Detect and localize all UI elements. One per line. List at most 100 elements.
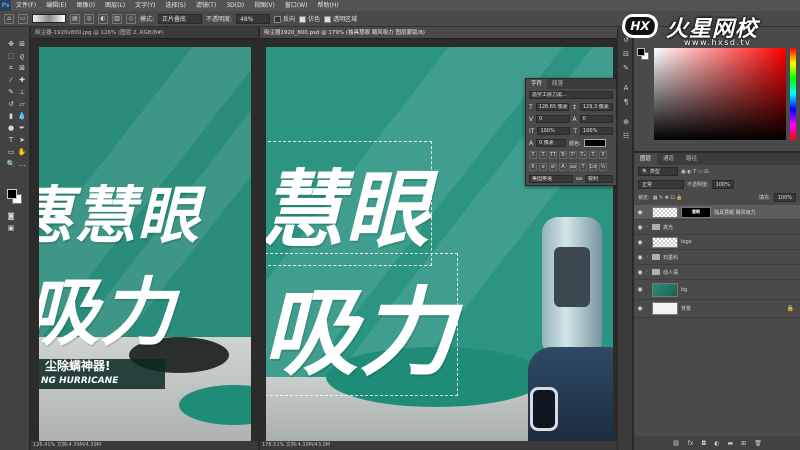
kerning-input[interactable]: 0 [536, 115, 570, 123]
hand-tool-icon[interactable]: ✋ [17, 147, 27, 157]
layer-row[interactable]: ◉ 慧眼 独具慧眼 飓风吸力 [634, 205, 800, 220]
doc1-canvas[interactable]: 惠慧眼 吸力 尘除螨神器! NG HURRICANE [39, 47, 251, 441]
artboard-tool-icon[interactable]: ⊞ [17, 39, 27, 49]
crop-tool-icon[interactable]: ⌗ [6, 63, 16, 73]
adjustment-layer-icon[interactable]: ◐ [714, 440, 719, 447]
frame-tool-icon[interactable]: ⊠ [17, 63, 27, 73]
libraries-panel-icon[interactable]: ☷ [621, 131, 631, 141]
swash-button[interactable]: st [549, 163, 557, 171]
font-size-input[interactable]: 126.65 像素 [535, 103, 569, 111]
fill-input[interactable]: 100% [773, 193, 796, 202]
type-tool-icon[interactable]: T [6, 135, 16, 145]
tab-layers[interactable]: 图层 [634, 153, 658, 165]
menu-type[interactable]: 文字(Y) [130, 0, 160, 11]
menu-3d[interactable]: 3D(D) [221, 0, 249, 11]
subscript-button[interactable]: T₁ [579, 151, 587, 159]
blur-tool-icon[interactable]: 💧 [17, 111, 27, 121]
linear-gradient-icon[interactable]: ▤ [70, 13, 80, 24]
ordinal-button[interactable]: ơ [539, 163, 547, 171]
small-caps-button[interactable]: Tr [559, 151, 567, 159]
more-tools-icon[interactable]: … [17, 159, 27, 169]
tab-paths[interactable]: 路径 [680, 153, 703, 165]
faux-bold-button[interactable]: T [529, 151, 537, 159]
stylistic-button[interactable]: aa [569, 163, 577, 171]
visibility-eye-icon[interactable]: ◉ [634, 269, 646, 276]
vertical-scale-input[interactable]: 100% [537, 127, 571, 135]
language-select[interactable]: 美国英语 [529, 175, 573, 183]
visibility-eye-icon[interactable]: ◉ [634, 224, 646, 231]
character-panel-icon[interactable]: A [621, 83, 631, 93]
radial-gradient-icon[interactable]: ◎ [84, 13, 94, 24]
doc2-tab[interactable]: 吸尘器1920_800.psd @ 179% (独具慧眼 飓风吸力 图层蒙版/8… [260, 27, 617, 39]
home-icon[interactable]: ⌂ [4, 13, 14, 24]
menu-file[interactable]: 文件(F) [11, 0, 41, 11]
color-picker-field[interactable] [654, 48, 786, 140]
visibility-eye-icon[interactable]: ◉ [634, 239, 646, 246]
mode-select[interactable]: 正片叠底 [158, 13, 203, 24]
menu-layer[interactable]: 图层(L) [100, 0, 130, 11]
ligature-button[interactable]: fi [529, 163, 537, 171]
rectangle-tool-icon[interactable]: ▭ [6, 147, 16, 157]
menu-window[interactable]: 窗口(W) [280, 0, 313, 11]
diamond-gradient-icon[interactable]: ◇ [126, 13, 136, 24]
marquee-tool-icon[interactable]: ⬚ [6, 51, 16, 61]
link-layers-icon[interactable]: ⛓ [672, 440, 680, 447]
paragraph-panel-icon[interactable]: ¶ [621, 97, 631, 107]
layer-row[interactable]: ◉ 背景 🔒 [634, 300, 800, 318]
dodge-tool-icon[interactable]: ● [6, 123, 16, 133]
dither-checkbox[interactable]: 仿色 [299, 14, 320, 23]
menu-select[interactable]: 选择(S) [160, 0, 191, 11]
tab-character[interactable]: 字符 [526, 79, 548, 89]
layer-group-row[interactable]: ◉ › 动人语 [634, 265, 800, 280]
layer-row[interactable]: ◉ bg [634, 280, 800, 300]
quick-mask-icon[interactable]: ◙ [6, 211, 16, 221]
zoom-tool-icon[interactable]: 🔍 [6, 159, 16, 169]
strikethrough-button[interactable]: Ŧ [599, 151, 607, 159]
eyedropper-tool-icon[interactable]: ⁄ [6, 75, 16, 85]
text-color-swatch[interactable] [583, 139, 606, 147]
reverse-checkbox[interactable]: 反向 [274, 14, 295, 23]
layer-group-row[interactable]: ◉ › 高光 [634, 220, 800, 235]
visibility-eye-icon[interactable]: ◉ [634, 254, 646, 261]
visibility-eye-icon[interactable]: ◉ [634, 286, 646, 293]
faux-italic-button[interactable]: T [539, 151, 547, 159]
menu-filter[interactable]: 滤镜(T) [191, 0, 221, 11]
tracking-input[interactable]: 0 [579, 115, 613, 123]
menu-view[interactable]: 视图(V) [249, 0, 280, 11]
lasso-tool-icon[interactable]: ϱ [17, 51, 27, 61]
path-select-tool-icon[interactable]: ➤ [17, 135, 27, 145]
superscript-button[interactable]: T¹ [569, 151, 577, 159]
leading-input[interactable]: 129.3 像素 [579, 103, 613, 111]
doc1-tab[interactable]: 吸尘器-1920x800.jpg @ 126% (图层 2, RGB/8#) [31, 27, 258, 39]
layer-group-row[interactable]: ◉ › 石墨科 [634, 250, 800, 265]
eraser-tool-icon[interactable]: ▱ [17, 99, 27, 109]
layer-opacity-input[interactable]: 100% [711, 180, 734, 189]
foreground-color-swatch[interactable] [7, 189, 17, 199]
filter-type-icons[interactable]: ▣ ◐ T ▭ ⊡ [681, 169, 708, 175]
font-family-select[interactable]: 造字工房力黑... [529, 91, 613, 99]
visibility-eye-icon[interactable]: ◉ [634, 305, 646, 312]
old-style-button[interactable]: 1st [589, 163, 597, 171]
lock-icons[interactable]: ▦ ✎ ✥ ⊡ 🔒 [653, 195, 683, 201]
blend-mode-select[interactable]: 正常 [638, 180, 684, 189]
add-mask-icon[interactable]: ◘ [701, 440, 706, 447]
layer-row[interactable]: ◉ logo [634, 235, 800, 250]
move-tool-icon[interactable]: ✥ [6, 39, 16, 49]
screen-mode-icon[interactable]: ▣ [6, 223, 16, 233]
visibility-eye-icon[interactable]: ◉ [634, 209, 646, 216]
menu-edit[interactable]: 编辑(E) [41, 0, 71, 11]
gradient-tool-preset-icon[interactable]: ▭ [18, 13, 28, 24]
fractions-button[interactable]: T [579, 163, 587, 171]
glyphs-panel-icon[interactable]: ⊕ [621, 117, 631, 127]
layer-filter-select[interactable]: 🔍 类型 [638, 167, 678, 176]
reflected-gradient-icon[interactable]: ▥ [112, 13, 122, 24]
underline-button[interactable]: T [589, 151, 597, 159]
pen-tool-icon[interactable]: ✒ [17, 123, 27, 133]
all-caps-button[interactable]: TT [549, 151, 557, 159]
spot-heal-tool-icon[interactable]: ✚ [17, 75, 27, 85]
antialias-select[interactable]: 锐利 [585, 175, 613, 183]
angle-gradient-icon[interactable]: ◐ [98, 13, 108, 24]
menu-help[interactable]: 帮助(H) [313, 0, 344, 11]
transparency-checkbox[interactable]: 透明区域 [324, 14, 357, 23]
gradient-picker[interactable] [32, 14, 66, 23]
